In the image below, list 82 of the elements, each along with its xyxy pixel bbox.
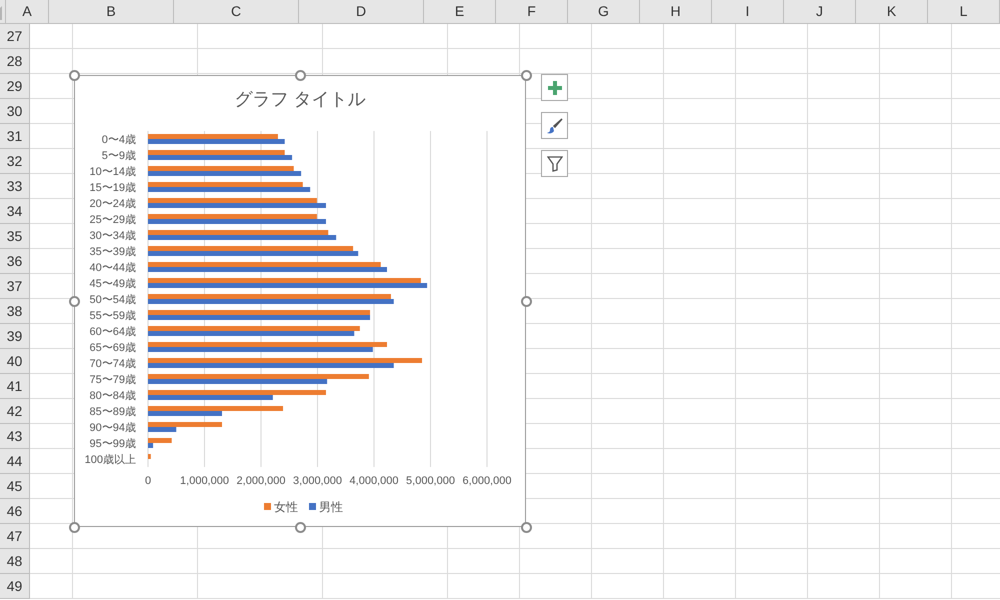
row-header[interactable]: 32 — [0, 149, 30, 174]
row-header[interactable]: 30 — [0, 99, 30, 124]
row-header[interactable]: 37 — [0, 274, 30, 299]
category-label: 35〜39歳 — [90, 246, 136, 258]
row-header[interactable]: 27 — [0, 24, 30, 49]
row-header[interactable]: 48 — [0, 549, 30, 574]
category-label: 90〜94歳 — [90, 422, 136, 434]
category-label: 10〜14歳 — [90, 166, 136, 178]
resize-handle[interactable] — [521, 296, 532, 307]
row-header[interactable]: 35 — [0, 224, 30, 249]
row-header[interactable]: 49 — [0, 574, 30, 599]
chart-area[interactable] — [74, 75, 526, 527]
legend-label: 女性 — [274, 500, 298, 514]
row-header[interactable]: 29 — [0, 74, 30, 99]
axis-tick-label: 1,000,000 — [180, 475, 229, 487]
column-header[interactable]: F — [496, 0, 568, 23]
category-label: 80〜84歳 — [90, 390, 136, 402]
category-label: 75〜79歳 — [90, 374, 136, 386]
paintbrush-icon — [546, 118, 562, 134]
row-header[interactable]: 46 — [0, 499, 30, 524]
chart-elements-button[interactable] — [541, 74, 568, 101]
plus-icon — [548, 80, 562, 94]
axis-tick-label: 5,000,000 — [406, 475, 455, 487]
category-label: 5〜9歳 — [102, 150, 136, 162]
category-label: 65〜69歳 — [90, 342, 136, 354]
resize-handle[interactable] — [295, 70, 306, 81]
category-label: 15〜19歳 — [90, 182, 136, 194]
category-label: 70〜74歳 — [90, 358, 136, 370]
axis-tick-label: 2,000,000 — [236, 475, 286, 487]
row-header[interactable]: 41 — [0, 374, 30, 399]
category-label: 40〜44歳 — [90, 262, 136, 274]
row-header[interactable]: 33 — [0, 174, 30, 199]
row-header[interactable]: 28 — [0, 49, 30, 74]
column-header[interactable]: G — [568, 0, 640, 23]
category-label: 60〜64歳 — [90, 326, 136, 338]
resize-handle[interactable] — [69, 522, 80, 533]
chart-title[interactable]: グラフ タイトル — [234, 89, 366, 109]
resize-handle[interactable] — [69, 70, 80, 81]
category-label: 95〜99歳 — [90, 438, 136, 450]
row-header[interactable]: 38 — [0, 299, 30, 324]
row-header[interactable]: 43 — [0, 424, 30, 449]
legend-label: 男性 — [319, 500, 343, 514]
row-header[interactable]: 31 — [0, 124, 30, 149]
row-header[interactable]: 40 — [0, 349, 30, 374]
chart-styles-button[interactable] — [541, 112, 568, 139]
axis-tick-label: 4,000,000 — [350, 475, 398, 487]
row-header[interactable]: 44 — [0, 449, 30, 474]
resize-handle[interactable] — [295, 522, 306, 533]
axis-tick-label: 3,000,000 — [293, 475, 342, 487]
resize-handle[interactable] — [69, 296, 80, 307]
row-header[interactable]: 34 — [0, 199, 30, 224]
category-label: 25〜29歳 — [90, 214, 136, 226]
category-label: 50〜54歳 — [90, 294, 136, 306]
row-header[interactable]: 47 — [0, 524, 30, 549]
column-header[interactable]: J — [784, 0, 856, 23]
filter-icon — [546, 156, 562, 172]
column-header[interactable]: I — [712, 0, 784, 23]
row-header[interactable]: 45 — [0, 474, 30, 499]
row-header[interactable]: 39 — [0, 324, 30, 349]
row-header[interactable]: 42 — [0, 399, 30, 424]
column-header[interactable]: H — [640, 0, 712, 23]
category-label: 55〜59歳 — [90, 310, 136, 322]
category-label: 85〜89歳 — [90, 406, 136, 418]
axis-tick-label: 6,000,000 — [462, 475, 512, 487]
resize-handle[interactable] — [521, 522, 532, 533]
column-header[interactable]: D — [299, 0, 424, 23]
category-label: 20〜24歳 — [90, 198, 136, 210]
column-header[interactable]: L — [928, 0, 1000, 23]
category-label: 0〜4歳 — [102, 134, 136, 146]
column-header[interactable]: E — [424, 0, 496, 23]
chart-filters-button[interactable] — [541, 150, 568, 177]
axis-tick-label: 0 — [144, 475, 152, 487]
category-label: 30〜34歳 — [90, 230, 136, 242]
resize-handle[interactable] — [521, 70, 532, 81]
column-header[interactable]: B — [49, 0, 174, 23]
column-header[interactable]: K — [856, 0, 928, 23]
bar — [148, 454, 151, 459]
category-label: 100歳以上 — [84, 454, 136, 466]
row-header[interactable]: 36 — [0, 249, 30, 274]
column-header[interactable]: A — [6, 0, 49, 23]
category-label: 45〜49歳 — [90, 278, 136, 290]
column-header[interactable]: C — [174, 0, 299, 23]
